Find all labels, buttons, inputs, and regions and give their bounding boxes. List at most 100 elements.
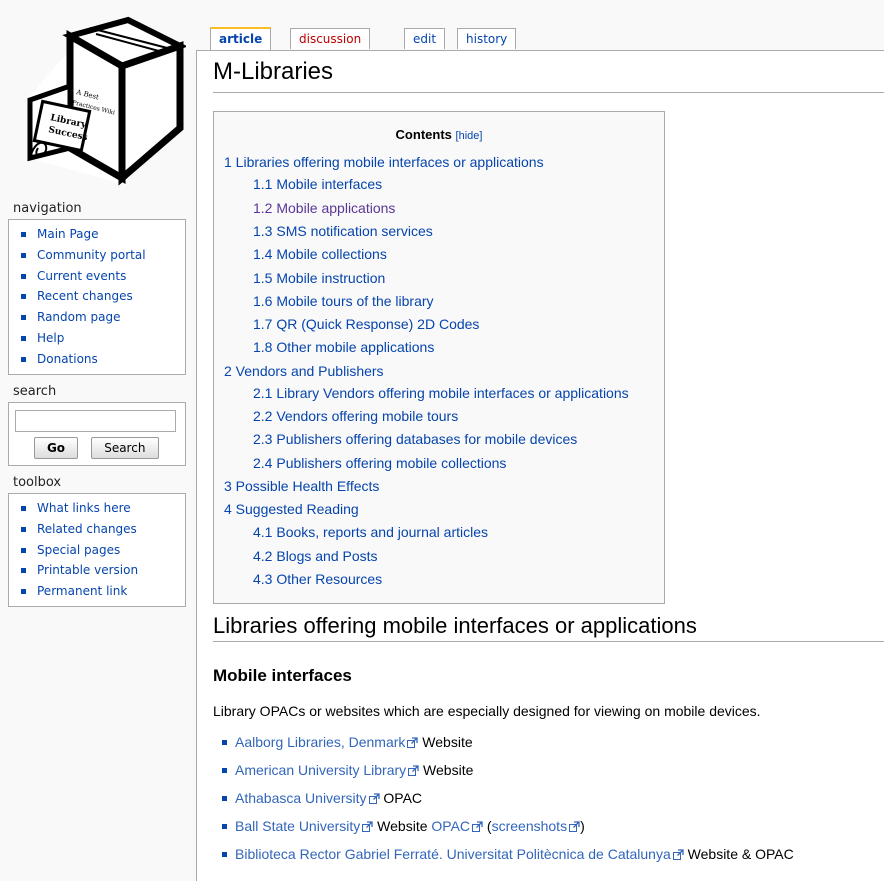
toc-item[interactable]: 2.1 Library Vendors offering mobile inte…	[253, 385, 629, 401]
tab-history[interactable]: history	[457, 28, 517, 49]
nav-recent-changes[interactable]: Recent changes	[15, 286, 179, 307]
list-item-text: Website & OPAC	[683, 846, 794, 862]
list-item: American University Library Website	[222, 761, 794, 789]
search-input[interactable]	[15, 410, 176, 432]
ext-link-screenshots[interactable]: screenshots	[492, 818, 567, 834]
nav-current-events[interactable]: Current events	[15, 266, 179, 287]
toc-item[interactable]: 3 Possible Health Effects	[224, 478, 379, 494]
toolbox-related-changes-link[interactable]: Related changes	[37, 522, 137, 536]
toc-title: Contents	[395, 127, 452, 142]
list-item: Biblioteca Rector Gabriel Ferraté. Unive…	[222, 845, 794, 873]
toc-item[interactable]: 1.5 Mobile instruction	[253, 270, 385, 286]
toolbox-portlet: toolbox What links here Related changes …	[8, 475, 186, 607]
title-divider	[213, 92, 884, 93]
search-heading: search	[13, 384, 57, 399]
search-portlet: search Go Search	[8, 384, 186, 466]
toc-item[interactable]: 4.1 Books, reports and journal articles	[253, 524, 488, 540]
external-link-icon	[407, 737, 419, 748]
toolbox-printable-version-link[interactable]: Printable version	[37, 563, 138, 577]
library-list: Aalborg Libraries, Denmark Website Ameri…	[222, 733, 794, 873]
toc-item[interactable]: 4.3 Other Resources	[253, 571, 382, 587]
external-link-icon	[362, 821, 373, 832]
page-title: M-Libraries	[213, 58, 334, 85]
nav-help[interactable]: Help	[15, 328, 179, 349]
toc-item[interactable]: 1.8 Other mobile applications	[253, 339, 434, 355]
table-of-contents: Contents [hide] 1 Libraries offering mob…	[213, 111, 665, 604]
nav-donations[interactable]: Donations	[15, 349, 179, 370]
toolbox-printable-version[interactable]: Printable version	[15, 560, 179, 581]
external-link-icon	[408, 765, 419, 776]
toc-item[interactable]: 2 Vendors and Publishers	[224, 363, 384, 379]
navigation-portlet: navigation Main Page Community portal Cu…	[8, 201, 186, 375]
toc-item[interactable]: 1.7 QR (Quick Response) 2D Codes	[253, 316, 479, 332]
list-item-text: (	[483, 818, 492, 834]
ext-link[interactable]: Ball State University	[235, 818, 360, 834]
toolbox-body: What links here Related changes Special …	[8, 493, 186, 607]
toolbox-what-links-here-link[interactable]: What links here	[37, 501, 131, 515]
toc-item[interactable]: 1.4 Mobile collections	[253, 246, 387, 262]
nav-random-page[interactable]: Random page	[15, 307, 179, 328]
nav-community-portal[interactable]: Community portal	[15, 245, 179, 266]
toc-title-row: Contents [hide]	[214, 127, 664, 142]
external-link-icon	[672, 849, 684, 860]
nav-main-page[interactable]: Main Page	[15, 224, 179, 245]
toolbox-permanent-link-link[interactable]: Permanent link	[37, 584, 127, 598]
tab-discussion-link[interactable]: discussion	[299, 32, 361, 46]
list-item-text: Website	[419, 762, 474, 778]
list-item: Athabasca University OPAC	[222, 789, 794, 817]
toc-item[interactable]: 2.2 Vendors offering mobile tours	[253, 408, 458, 424]
list-item-text: Website	[418, 734, 473, 750]
ext-link[interactable]: Biblioteca Rector Gabriel Ferraté. Unive…	[235, 846, 671, 862]
toc-item[interactable]: 1.2 Mobile applications	[253, 200, 395, 216]
toc-item[interactable]: 1.1 Mobile interfaces	[253, 176, 382, 192]
external-link-icon	[569, 821, 580, 832]
navigation-body: Main Page Community portal Current event…	[8, 219, 186, 375]
tab-article[interactable]: article	[210, 27, 272, 50]
ext-link[interactable]: Aalborg Libraries, Denmark	[235, 734, 405, 750]
toc-item[interactable]: 4.2 Blogs and Posts	[253, 548, 378, 564]
toolbox-special-pages-link[interactable]: Special pages	[37, 543, 120, 557]
toc-item[interactable]: 1 Libraries offering mobile interfaces o…	[224, 154, 544, 170]
nav-current-events-link[interactable]: Current events	[37, 269, 126, 283]
toc-item[interactable]: 1.6 Mobile tours of the library	[253, 293, 434, 309]
site-logo[interactable]: A Best Practices Wiki Library Success	[10, 8, 188, 190]
toolbox-heading: toolbox	[13, 475, 62, 490]
list-item: Ball State University Website OPAC (scre…	[222, 817, 794, 845]
external-link-icon	[472, 821, 483, 832]
nav-donations-link[interactable]: Donations	[37, 352, 98, 366]
navigation-heading: navigation	[13, 201, 82, 216]
tab-discussion[interactable]: discussion	[290, 28, 371, 49]
toc-item[interactable]: 2.4 Publishers offering mobile collectio…	[253, 455, 506, 471]
toc-item[interactable]: 2.3 Publishers offering databases for mo…	[253, 431, 577, 447]
nav-main-page-link[interactable]: Main Page	[37, 227, 99, 241]
ext-link-opac[interactable]: OPAC	[431, 818, 470, 834]
external-link-icon	[368, 793, 380, 804]
nav-help-link[interactable]: Help	[37, 331, 64, 345]
tab-edit-link[interactable]: edit	[413, 32, 436, 46]
section-heading: Libraries offering mobile interfaces or …	[213, 613, 697, 638]
search-button[interactable]: Search	[90, 437, 159, 459]
tab-history-link[interactable]: history	[466, 32, 507, 46]
toolbox-permanent-link[interactable]: Permanent link	[15, 581, 179, 602]
ext-link[interactable]: American University Library	[235, 762, 406, 778]
tab-article-link[interactable]: article	[219, 32, 262, 46]
toc-item[interactable]: 1.3 SMS notification services	[253, 223, 433, 239]
nav-community-portal-link[interactable]: Community portal	[37, 248, 146, 262]
tab-edit[interactable]: edit	[404, 28, 446, 49]
list-item-text: Website	[373, 818, 432, 834]
toolbox-special-pages[interactable]: Special pages	[15, 540, 179, 561]
toolbox-what-links-here[interactable]: What links here	[15, 498, 179, 519]
toolbox-related-changes[interactable]: Related changes	[15, 519, 179, 540]
list-item: Aalborg Libraries, Denmark Website	[222, 733, 794, 761]
ext-link[interactable]: Athabasca University	[235, 790, 367, 806]
nav-recent-changes-link[interactable]: Recent changes	[37, 289, 133, 303]
subsection-heading: Mobile interfaces	[213, 666, 352, 685]
list-item-text: )	[580, 818, 585, 834]
go-button[interactable]: Go	[34, 437, 78, 459]
nav-random-page-link[interactable]: Random page	[37, 310, 120, 324]
toc-hide-link[interactable]: [hide]	[456, 130, 483, 142]
search-body: Go Search	[8, 402, 186, 466]
list-item-text: OPAC	[379, 790, 423, 806]
toc-item[interactable]: 4 Suggested Reading	[224, 501, 359, 517]
intro-paragraph: Library OPACs or websites which are espe…	[213, 703, 761, 719]
